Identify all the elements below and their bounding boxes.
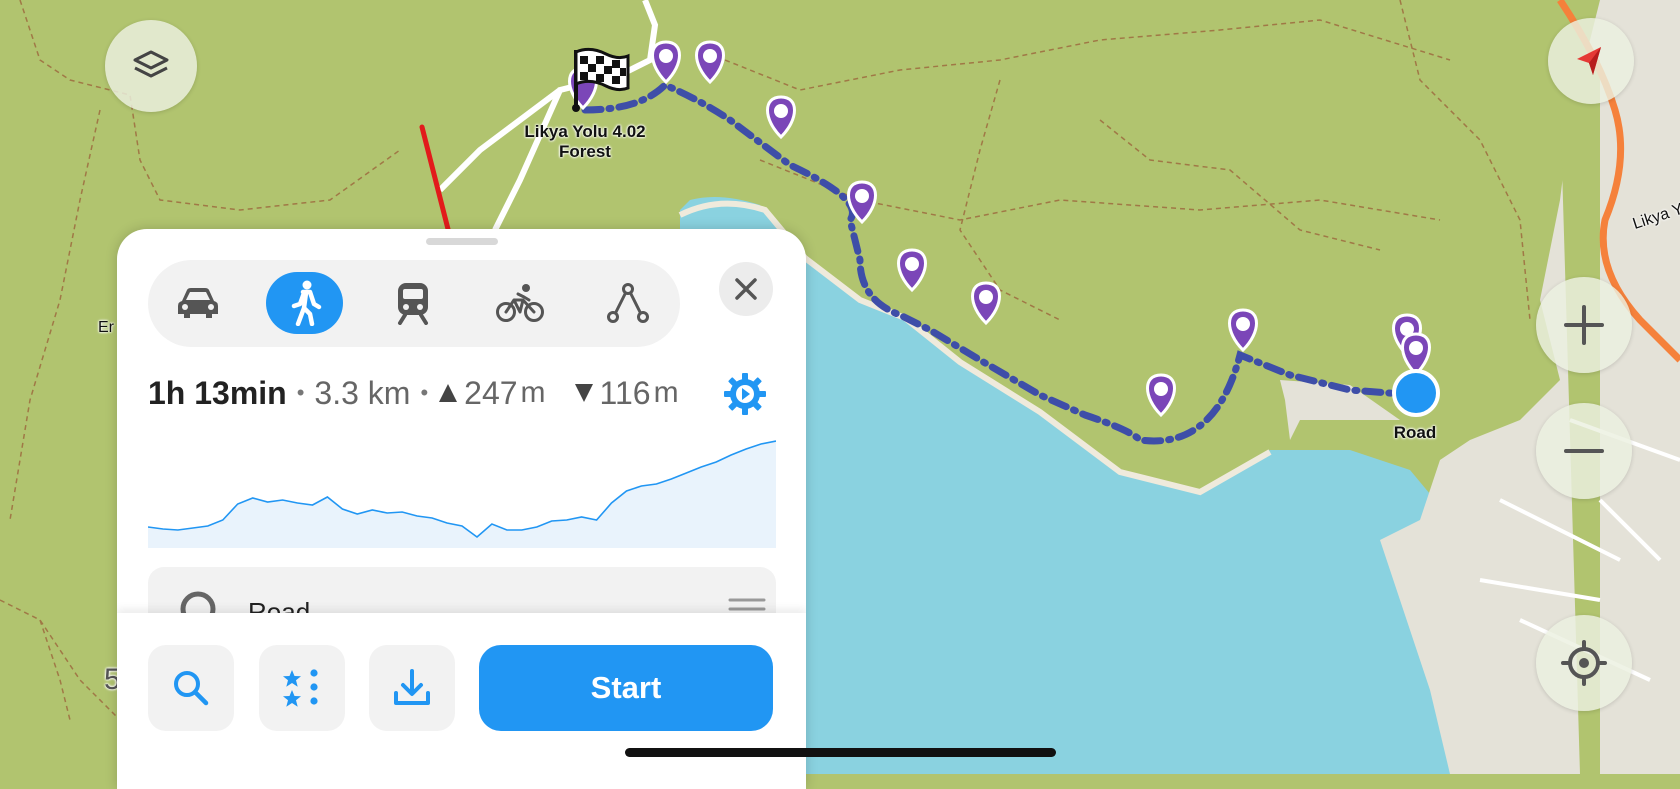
descent-icon	[574, 384, 593, 402]
panel-drag-handle[interactable]	[426, 238, 498, 245]
mode-car-button[interactable]	[159, 272, 236, 334]
compass-icon	[1577, 47, 1601, 75]
route-points-icon	[606, 283, 649, 323]
zoom-out-button[interactable]	[1536, 403, 1632, 499]
mode-bike-button[interactable]	[481, 272, 558, 334]
route-summary: 1h 13min • 3.3 km • 247 m 116 m	[148, 373, 679, 413]
route-descent-unit: m	[653, 376, 679, 409]
start-point-label: Likya Yolu 4.02 Forest	[524, 122, 646, 161]
transport-mode-selector	[148, 260, 680, 347]
favorites-list-button[interactable]	[259, 645, 345, 731]
mode-route-planner-button[interactable]	[589, 272, 666, 334]
plus-icon	[1564, 305, 1604, 345]
start-navigation-button[interactable]: Start	[479, 645, 773, 731]
layers-icon	[133, 50, 169, 78]
close-button[interactable]	[719, 262, 773, 316]
route-distance: 3.3 km	[314, 374, 411, 411]
bike-icon	[495, 284, 544, 322]
minus-icon	[1564, 449, 1604, 453]
home-indicator[interactable]	[625, 748, 1056, 757]
mode-transit-button[interactable]	[374, 272, 451, 334]
download-icon	[394, 669, 430, 705]
compass-button[interactable]	[1548, 18, 1634, 104]
walk-icon	[291, 280, 321, 326]
zoom-in-button[interactable]	[1536, 277, 1632, 373]
current-location-marker	[1392, 369, 1440, 417]
elevation-profile-chart[interactable]	[148, 433, 776, 548]
route-panel: 1h 13min • 3.3 km • 247 m 116 m Road Sta…	[117, 229, 806, 789]
train-icon	[397, 283, 428, 325]
locate-me-button[interactable]	[1536, 615, 1632, 711]
route-descent: 116	[599, 374, 651, 411]
close-icon	[735, 278, 757, 300]
panel-action-bar: Start	[117, 613, 806, 789]
route-ascent-unit: m	[520, 376, 546, 409]
elevation-area	[148, 441, 776, 548]
route-ascent: 247	[464, 374, 518, 411]
download-button[interactable]	[369, 645, 455, 731]
search-icon	[174, 671, 209, 706]
separator-dot: •	[420, 380, 429, 405]
crosshair-icon	[1561, 640, 1607, 686]
ascent-icon	[439, 384, 458, 402]
layers-button[interactable]	[105, 20, 197, 112]
end-point-label: Road	[1393, 423, 1437, 442]
separator-dot: •	[296, 380, 305, 405]
route-settings-gear-icon[interactable]	[723, 372, 767, 416]
star-list-icon	[283, 669, 318, 707]
route-duration: 1h 13min	[148, 374, 287, 411]
car-icon	[177, 288, 218, 318]
search-button[interactable]	[148, 645, 234, 731]
place-name-label: Er	[98, 319, 114, 336]
mode-walk-button[interactable]	[266, 272, 343, 334]
